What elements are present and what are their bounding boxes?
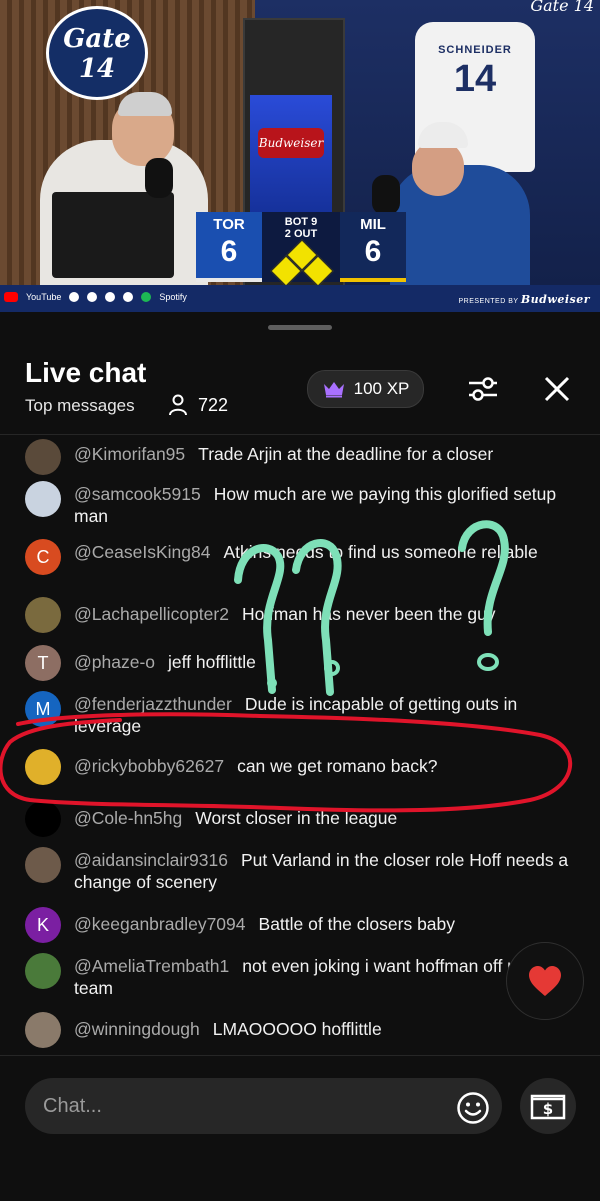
message-author[interactable]: @fenderjazzthunder bbox=[74, 694, 232, 714]
avatar[interactable] bbox=[25, 481, 61, 517]
show-logo: Gate 14 bbox=[46, 6, 148, 100]
avatar[interactable] bbox=[25, 439, 61, 475]
message-author[interactable]: @AmeliaTrembath1 bbox=[74, 956, 229, 976]
chat-input-bar: $ bbox=[0, 1055, 600, 1201]
chat-input[interactable] bbox=[25, 1078, 502, 1134]
viewer-count: 722 bbox=[168, 394, 228, 416]
crown-icon bbox=[323, 382, 344, 398]
chat-mode[interactable]: Top messages bbox=[25, 396, 135, 416]
video-lower-bar: YouTube Spotify PRESENTED BY Budweiser bbox=[0, 285, 600, 312]
home-team: MIL bbox=[360, 216, 386, 233]
message-author[interactable]: @Lachapellicopter2 bbox=[74, 604, 229, 624]
header-divider bbox=[0, 434, 600, 435]
drag-handle[interactable] bbox=[268, 325, 332, 330]
away-score: 6 bbox=[220, 235, 238, 268]
avatar[interactable]: K bbox=[25, 907, 61, 943]
scoreboard: TOR 6 BOT 9 2 OUT MIL 6 bbox=[196, 212, 406, 287]
avatar[interactable] bbox=[25, 597, 61, 633]
host-right bbox=[390, 165, 530, 295]
jersey-name: SCHNEIDER bbox=[438, 44, 512, 56]
emoji-icon[interactable] bbox=[456, 1091, 490, 1125]
chat-title: Live chat bbox=[25, 357, 147, 388]
x-icon bbox=[87, 292, 98, 302]
avatar[interactable]: M bbox=[25, 691, 61, 727]
host-right-head bbox=[412, 140, 464, 196]
xp-label: 100 XP bbox=[353, 379, 410, 398]
avatar[interactable] bbox=[25, 801, 61, 837]
xp-button[interactable]: 100 XP bbox=[307, 370, 424, 408]
message-text: LMAOOOOO hofflittle bbox=[212, 1019, 382, 1039]
message-author[interactable]: @samcook5915 bbox=[74, 484, 201, 504]
home-team-box: MIL 6 bbox=[340, 212, 406, 282]
message-text: Worst closer in the league bbox=[195, 808, 398, 828]
youtube-icon bbox=[4, 292, 18, 302]
person-icon bbox=[169, 394, 187, 416]
sliders-icon[interactable] bbox=[466, 372, 500, 406]
super-chat-button[interactable]: $ bbox=[520, 1078, 576, 1134]
message-author[interactable]: @rickybobby62627 bbox=[74, 756, 224, 776]
message-text: Atkins needs to find us someone reliable bbox=[223, 542, 538, 562]
youtube-label: YouTube bbox=[26, 292, 62, 302]
message-author[interactable]: @aidansinclair9316 bbox=[74, 850, 228, 870]
message-text: can we get romano back? bbox=[237, 756, 438, 776]
message-text: Trade Arjin at the deadline for a closer bbox=[198, 444, 494, 464]
avatar[interactable]: T bbox=[25, 645, 61, 681]
message-text: Hoffman has never been the guy bbox=[241, 604, 496, 624]
heart-reaction-button[interactable] bbox=[506, 942, 584, 1020]
message-author[interactable]: @Cole-hn5hg bbox=[74, 808, 182, 828]
presented-by-label: PRESENTED BY bbox=[458, 298, 519, 305]
away-team: TOR bbox=[213, 216, 245, 233]
game-state: BOT 9 2 OUT bbox=[262, 212, 340, 287]
message-author[interactable]: @CeaseIsKing84 bbox=[74, 542, 210, 562]
heart-icon bbox=[529, 966, 561, 996]
away-team-box: TOR 6 bbox=[196, 212, 262, 282]
avatar[interactable]: C bbox=[25, 539, 61, 575]
close-icon[interactable] bbox=[541, 373, 573, 405]
spotify-icon bbox=[141, 292, 152, 302]
presented-by: PRESENTED BY Budweiser bbox=[458, 293, 590, 306]
social-links: YouTube Spotify bbox=[4, 292, 187, 302]
avatar[interactable] bbox=[25, 847, 61, 883]
host-left-cap bbox=[118, 92, 172, 116]
dollar-bill-icon: $ bbox=[530, 1094, 566, 1120]
message-author[interactable]: @Kimorifan95 bbox=[74, 444, 185, 464]
microphone-right bbox=[372, 175, 400, 215]
instagram-icon bbox=[105, 292, 116, 302]
podcast-icon bbox=[123, 292, 134, 302]
outs: 2 OUT bbox=[284, 228, 318, 240]
video-player[interactable]: Gate 14 Budweiser SCHNEIDER 14 Gate 14 T… bbox=[0, 0, 600, 312]
avatar[interactable] bbox=[25, 953, 61, 989]
message-author[interactable]: @phaze-o bbox=[74, 652, 155, 672]
avatar[interactable] bbox=[25, 1012, 61, 1048]
microphone-left bbox=[145, 158, 173, 198]
bases-diamond bbox=[270, 239, 334, 287]
presented-by-sponsor: Budweiser bbox=[520, 293, 590, 306]
spotify-label: Spotify bbox=[159, 292, 187, 302]
sponsor-sign: Budweiser bbox=[258, 128, 324, 158]
corner-logo: Gate 14 bbox=[530, 0, 594, 15]
laptop bbox=[52, 192, 174, 278]
tiktok-icon bbox=[69, 292, 80, 302]
viewer-count-value: 722 bbox=[198, 394, 229, 415]
home-score: 6 bbox=[364, 235, 382, 268]
svg-text:$: $ bbox=[543, 1100, 553, 1118]
avatar[interactable] bbox=[25, 749, 61, 785]
jersey-number: 14 bbox=[453, 58, 497, 100]
inning: BOT 9 bbox=[284, 216, 318, 228]
message-text: Battle of the closers baby bbox=[258, 914, 456, 934]
message-author[interactable]: @keeganbradley7094 bbox=[74, 914, 246, 934]
live-chat-panel: Live chat Top messages 722 100 XP @Kimor… bbox=[0, 312, 600, 1201]
message-text: jeff hofflittle bbox=[168, 652, 256, 672]
message-author[interactable]: @winningdough bbox=[74, 1019, 200, 1039]
